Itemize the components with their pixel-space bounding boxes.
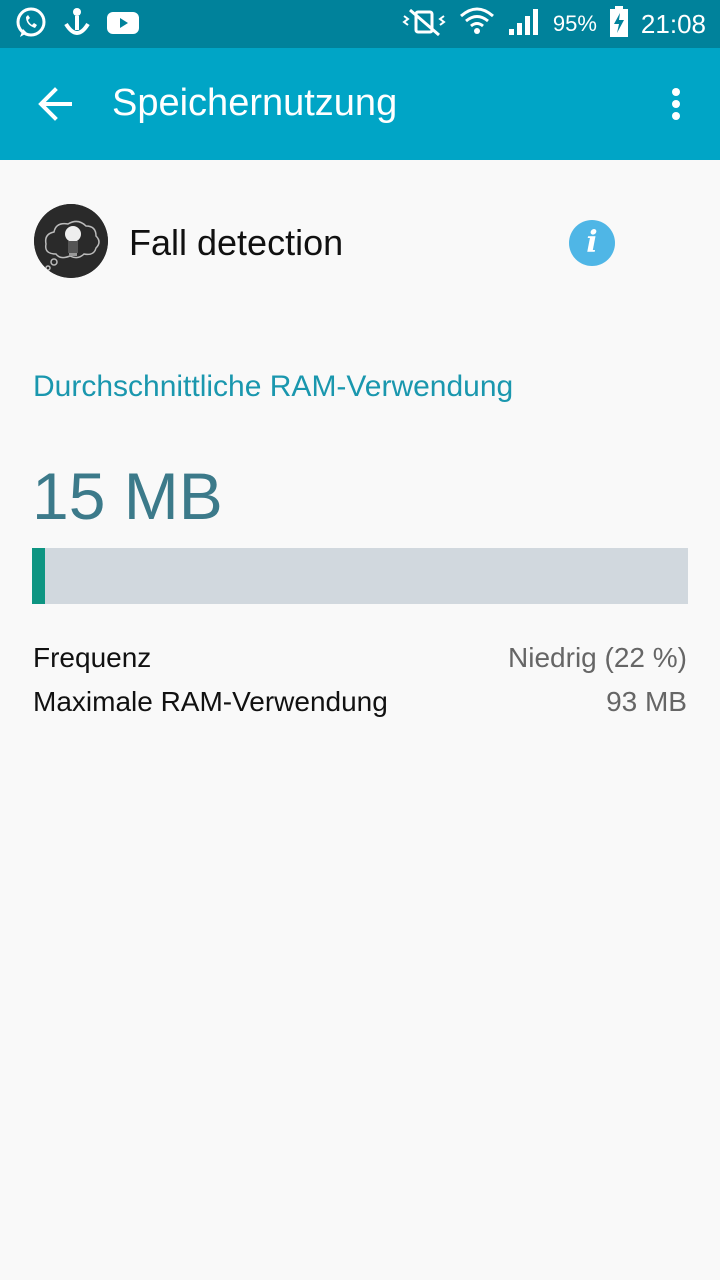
page-title: Speichernutzung <box>112 82 398 124</box>
stat-label: Frequenz <box>33 642 152 673</box>
battery-charging-icon <box>609 5 629 43</box>
app-row: Fall detection i <box>34 204 686 280</box>
app-name: Fall detection <box>129 222 344 263</box>
system-icons: 95% 21:08 <box>401 0 706 48</box>
info-button[interactable]: i <box>569 220 615 266</box>
wifi-icon <box>459 6 495 43</box>
arrow-back-icon <box>38 87 72 121</box>
average-ram-value: 15 MB <box>32 459 223 533</box>
stat-label: Maximale RAM-Verwendung <box>33 686 388 717</box>
section-title: Durchschnittliche RAM-Verwendung <box>33 370 514 403</box>
stat-value: Niedrig (22 %) <box>508 642 687 673</box>
app-icon <box>34 204 108 278</box>
status-bar: 95% 21:08 <box>0 0 720 48</box>
stat-row-max-ram: Maximale RAM-Verwendung 93 MB <box>33 686 687 726</box>
youtube-icon <box>106 10 140 41</box>
battery-percent: 95% <box>552 11 597 36</box>
notification-icons <box>14 6 140 45</box>
stat-value: 93 MB <box>606 686 687 717</box>
vibrate-mute-icon <box>401 7 447 42</box>
upload-icon <box>62 6 92 45</box>
more-options-button[interactable] <box>652 76 700 132</box>
lightbulb-icon <box>34 204 108 278</box>
ram-usage-bar <box>32 548 688 604</box>
clock: 21:08 <box>640 8 706 39</box>
whatsapp-icon <box>14 6 48 45</box>
more-vert-icon <box>672 88 680 120</box>
back-button[interactable] <box>28 76 84 132</box>
ram-usage-bar-fill <box>32 548 46 604</box>
signal-icon <box>507 7 541 42</box>
stat-row-frequency: Frequenz Niedrig (22 %) <box>33 642 687 682</box>
app-bar: Speichernutzung <box>0 48 720 160</box>
